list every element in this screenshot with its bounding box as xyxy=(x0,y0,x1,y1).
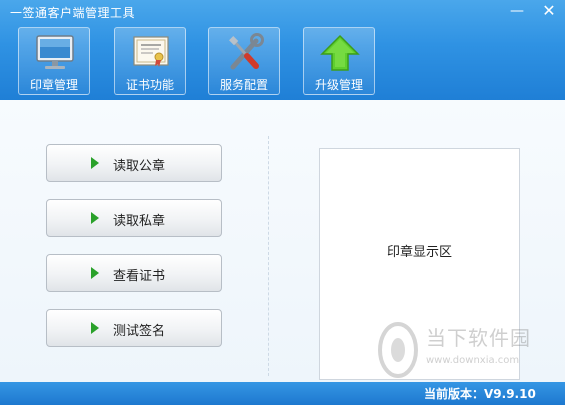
certificate-icon xyxy=(133,36,169,67)
test-signature-button[interactable]: 测试签名 xyxy=(46,309,222,347)
version-label: 当前版本：V9.9.10 xyxy=(424,387,536,401)
play-icon xyxy=(91,212,99,224)
window-title: 一签通客户端管理工具 xyxy=(10,6,136,20)
play-icon xyxy=(91,267,99,279)
watermark-name: 当下软件园 xyxy=(426,326,531,350)
button-label: 测试签名 xyxy=(113,324,166,339)
read-public-seal-button[interactable]: 读取公章 xyxy=(46,144,222,182)
toolbar-seal-management-button[interactable]: 印章管理 xyxy=(18,27,90,95)
play-icon xyxy=(91,322,99,334)
toolbar-service-config-button[interactable]: 服务配置 xyxy=(208,27,280,95)
seal-display-label: 印章显示区 xyxy=(386,245,452,260)
toolbar-label: 升级管理 xyxy=(314,78,363,92)
button-label: 读取公章 xyxy=(113,159,166,174)
read-private-seal-button[interactable]: 读取私章 xyxy=(46,199,222,237)
monitor-icon xyxy=(36,35,74,69)
watermark-url: www.downxia.com xyxy=(426,355,520,366)
toolbar-label: 证书功能 xyxy=(125,78,174,92)
app-window: 一签通客户端管理工具 — ✕ 印章管理 证书功能 服务配置 升级管理 读取公章 … xyxy=(0,0,565,405)
toolbar-certificate-button[interactable]: 证书功能 xyxy=(114,27,186,95)
watermark-logo-icon xyxy=(378,322,418,378)
status-bar: 当前版本：V9.9.10 xyxy=(0,382,565,405)
toolbar-upgrade-button[interactable]: 升级管理 xyxy=(303,27,375,95)
upgrade-arrow-icon xyxy=(320,34,360,71)
button-label: 读取私章 xyxy=(113,214,166,229)
button-label: 查看证书 xyxy=(113,269,166,284)
watermark: 当下软件园 www.downxia.com xyxy=(376,320,546,390)
play-icon xyxy=(91,157,99,169)
column-divider xyxy=(268,136,269,376)
close-icon[interactable]: ✕ xyxy=(538,2,560,20)
toolbar-label: 服务配置 xyxy=(219,78,268,92)
toolbar-label: 印章管理 xyxy=(29,78,78,92)
minimize-icon[interactable]: — xyxy=(506,2,528,20)
header-bar: 一签通客户端管理工具 — ✕ 印章管理 证书功能 服务配置 升级管理 xyxy=(0,0,565,100)
tools-icon xyxy=(229,33,264,70)
view-certificate-button[interactable]: 查看证书 xyxy=(46,254,222,292)
